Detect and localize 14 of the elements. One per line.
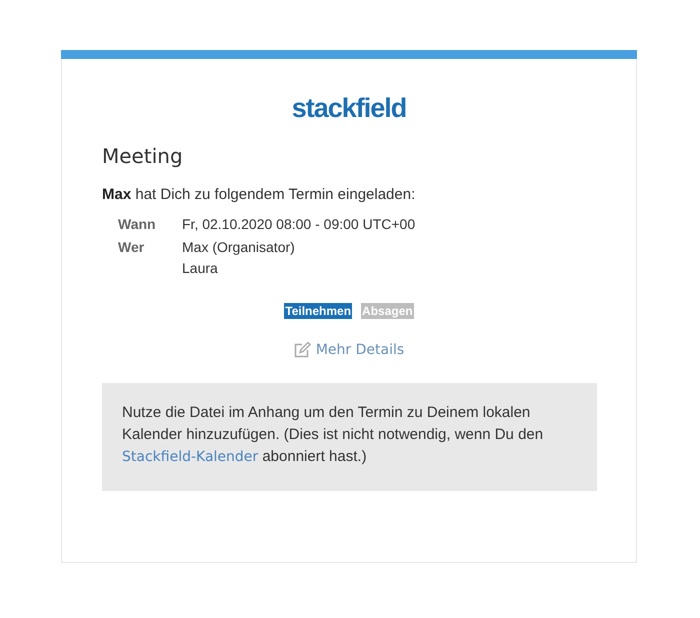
detail-label: Wann [118, 215, 157, 233]
detail-value: Max (Organisator) [182, 238, 296, 256]
detail-label: Wer [118, 238, 146, 257]
meeting-title: Meeting [102, 143, 184, 170]
detail-value: Fr, 02.10.2020 08:00 - 09:00 UTC+00 [182, 215, 416, 233]
logo: stackfield [292, 92, 406, 125]
info-text: Nutze die Datei im Anhang um den Termin zu Deinem lokalen Kalender hinzuzufügen. (Dies ist nicht notwendig, wenn Du den Stackfield-Kalender abonniert hast.) [122, 403, 544, 467]
invitation-text: Max hat Dich zu folgendem Termin eingeladen: [102, 185, 416, 205]
details-link[interactable]: Mehr Details [294, 342, 404, 358]
edit-icon [294, 342, 312, 358]
accept-button[interactable]: Teilnehmen [284, 303, 352, 319]
detail-value: Laura [182, 259, 219, 277]
calendar-link[interactable]: Stackfield-Kalender [122, 449, 258, 465]
decline-button[interactable]: Absagen [361, 303, 414, 319]
